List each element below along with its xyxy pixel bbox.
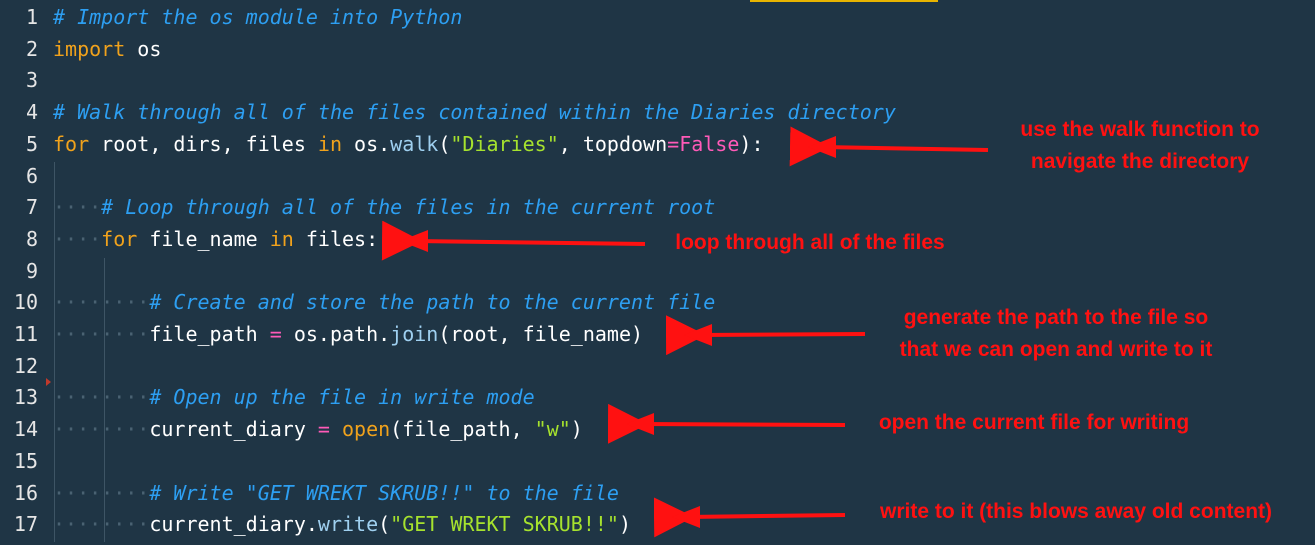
arrow-path: [665, 315, 866, 356]
arrowhead-loop: [400, 230, 428, 252]
arrow-walk: [789, 126, 989, 167]
arrowhead-walk: [808, 136, 836, 158]
arrowhead-path: [684, 324, 712, 346]
annotation-open: open the current file for writing: [878, 411, 1190, 434]
arrow-write: [653, 497, 846, 538]
annotation-arrows: [381, 126, 989, 538]
arrowhead-open: [626, 413, 654, 435]
arrow-loop: [381, 220, 646, 261]
arrow-open: [607, 403, 846, 444]
code-editor[interactable]: 1 # Import the os module into Python 2 impo…: [0, 0, 1315, 545]
annotation-path: generate the path to the file so that we…: [899, 306, 1213, 361]
annotation-write: write to it (this blows away old content…: [879, 500, 1273, 523]
annotation-loop: loop through all of the files: [675, 231, 945, 254]
annotation-walk: use the walk function to navigate the di…: [1020, 118, 1260, 173]
arrowhead-write: [672, 506, 700, 528]
